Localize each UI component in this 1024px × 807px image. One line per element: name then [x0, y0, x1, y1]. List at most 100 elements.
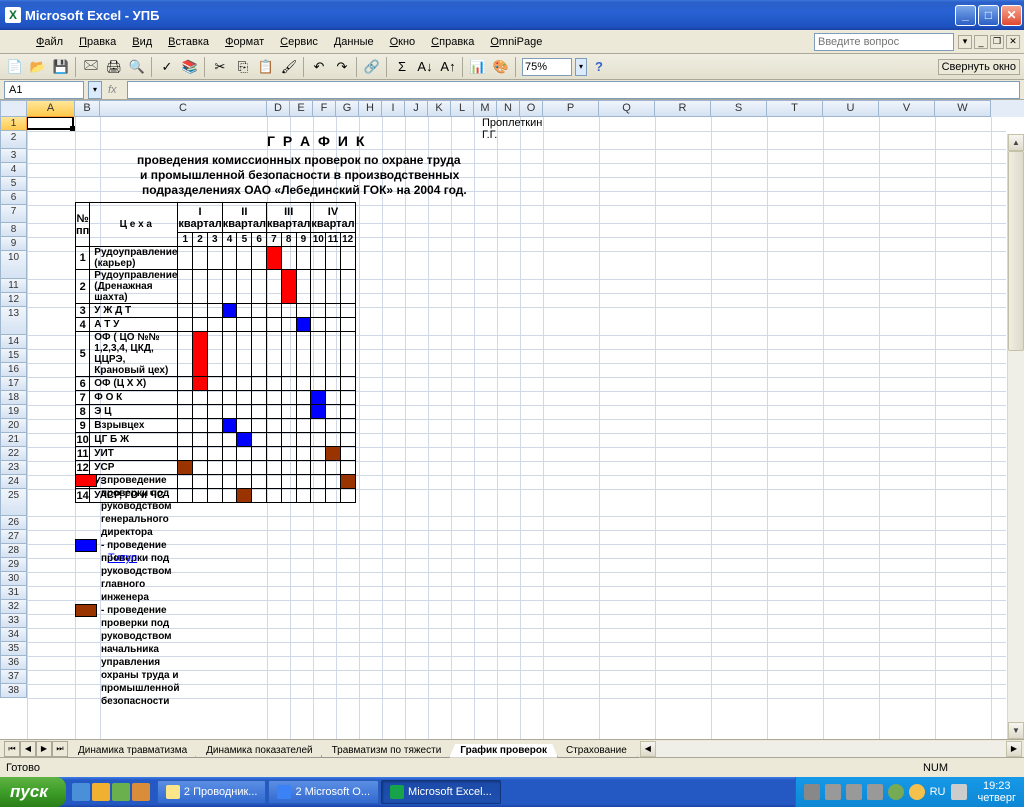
zoom-input[interactable]: 75% [522, 58, 572, 76]
taskbar-app-button[interactable]: 2 Microsoft O... [268, 780, 379, 804]
menu-файл[interactable]: Файл [28, 34, 71, 50]
tray-icon[interactable] [909, 784, 925, 800]
taskbar-app-button[interactable]: 2 Проводник... [157, 780, 267, 804]
sheet-tab[interactable]: Травматизм по тяжести [321, 744, 453, 758]
print-button[interactable]: 🖨 [103, 56, 125, 78]
column-header[interactable]: D [267, 100, 290, 117]
row-header[interactable]: 6 [0, 191, 27, 205]
spelling-button[interactable]: ✓ [156, 56, 178, 78]
row-header[interactable]: 29 [0, 558, 27, 572]
row-header[interactable]: 19 [0, 405, 27, 419]
tab-next-button[interactable]: ▶ [36, 741, 52, 757]
tab-prev-button[interactable]: ◀ [20, 741, 36, 757]
menu-справка[interactable]: Справка [423, 34, 482, 50]
row-header[interactable]: 15 [0, 349, 27, 363]
row-header[interactable]: 28 [0, 544, 27, 558]
select-all-corner[interactable] [0, 100, 27, 117]
row-header[interactable]: 20 [0, 419, 27, 433]
column-header[interactable]: H [359, 100, 382, 117]
open-button[interactable]: 📂 [27, 56, 49, 78]
paste-button[interactable]: 📋 [255, 56, 277, 78]
zoom-dropdown-icon[interactable]: ▾ [575, 58, 587, 76]
column-header[interactable]: O [520, 100, 543, 117]
quicklaunch-desktop-icon[interactable] [112, 783, 130, 801]
menu-данные[interactable]: Данные [326, 34, 382, 50]
sort-asc-button[interactable]: A↓ [414, 56, 436, 78]
maximize-button[interactable]: □ [978, 5, 999, 26]
row-header[interactable]: 9 [0, 237, 27, 251]
clock[interactable]: 19:23 четверг [978, 780, 1017, 804]
fx-label[interactable]: fx [108, 84, 117, 96]
column-header[interactable]: B [75, 100, 100, 117]
row-header[interactable]: 37 [0, 670, 27, 684]
row-header[interactable]: 30 [0, 572, 27, 586]
research-button[interactable]: 📚 [179, 56, 201, 78]
column-header[interactable]: L [451, 100, 474, 117]
scroll-thumb[interactable] [1008, 151, 1024, 351]
menu-формат[interactable]: Формат [217, 34, 272, 50]
menu-окно[interactable]: Окно [382, 34, 424, 50]
row-header[interactable]: 12 [0, 293, 27, 307]
drawing-button[interactable]: 🎨 [490, 56, 512, 78]
row-header[interactable]: 33 [0, 614, 27, 628]
format-painter-button[interactable]: 🖌 [278, 56, 300, 78]
formula-input[interactable] [127, 81, 1020, 99]
sheet-tab[interactable]: График проверок [449, 744, 558, 758]
preview-button[interactable]: 🔍 [126, 56, 148, 78]
scroll-up-button[interactable]: ▲ [1008, 134, 1024, 151]
row-header[interactable]: 13 [0, 307, 27, 335]
row-header[interactable]: 17 [0, 377, 27, 391]
row-header[interactable]: 21 [0, 433, 27, 447]
scroll-down-button[interactable]: ▼ [1008, 722, 1024, 739]
new-button[interactable]: 📄 [4, 56, 26, 78]
column-header[interactable]: F [313, 100, 336, 117]
column-header[interactable]: T [767, 100, 823, 117]
tray-icon[interactable] [888, 784, 904, 800]
row-header[interactable]: 34 [0, 628, 27, 642]
row-header[interactable]: 36 [0, 656, 27, 670]
menu-сервис[interactable]: Сервис [272, 34, 326, 50]
menu-omnipage[interactable]: OmniPage [482, 34, 550, 50]
column-header[interactable]: G [336, 100, 359, 117]
row-header[interactable]: 8 [0, 223, 27, 237]
row-header[interactable]: 11 [0, 279, 27, 293]
row-header[interactable]: 32 [0, 600, 27, 614]
row-header[interactable]: 27 [0, 530, 27, 544]
row-header[interactable]: 2 [0, 131, 27, 149]
row-header[interactable]: 35 [0, 642, 27, 656]
column-header[interactable]: U [823, 100, 879, 117]
sheet-tab[interactable]: Динамика травматизма [67, 744, 198, 758]
taskbar-app-button[interactable]: Microsoft Excel... [381, 780, 501, 804]
scroll-right-button[interactable]: ▶ [1006, 741, 1022, 757]
chart-button[interactable]: 📊 [467, 56, 489, 78]
tab-last-button[interactable]: ⏭ [52, 741, 68, 757]
row-header[interactable]: 16 [0, 363, 27, 377]
cell-grid[interactable]: Проплеткин Г.Г. Г Р А Ф И К проведения к… [27, 117, 1024, 739]
doc-restore-button[interactable]: ❐ [990, 35, 1004, 49]
doc-minimize-button[interactable]: _ [974, 35, 988, 49]
hyperlink-button[interactable]: 🔗 [361, 56, 383, 78]
row-header[interactable]: 3 [0, 149, 27, 163]
row-header[interactable]: 26 [0, 516, 27, 530]
column-header[interactable]: R [655, 100, 711, 117]
column-header[interactable]: S [711, 100, 767, 117]
row-header[interactable]: 23 [0, 461, 27, 475]
row-header[interactable]: 22 [0, 447, 27, 461]
row-header[interactable]: 7 [0, 205, 27, 223]
tray-icon[interactable] [825, 784, 841, 800]
name-box-dropdown-icon[interactable]: ▾ [88, 81, 102, 99]
sheet-tab[interactable]: Страхование [555, 744, 638, 758]
column-header[interactable]: C [100, 100, 267, 117]
help-search-input[interactable] [814, 33, 954, 51]
copy-button[interactable]: ⎘ [232, 56, 254, 78]
horizontal-scrollbar[interactable]: ◀ ▶ [640, 741, 1022, 757]
row-header[interactable]: 24 [0, 475, 27, 489]
column-header[interactable]: P [543, 100, 599, 117]
autosum-button[interactable]: Σ [391, 56, 413, 78]
column-header[interactable]: E [290, 100, 313, 117]
row-header[interactable]: 31 [0, 586, 27, 600]
column-header[interactable]: M [474, 100, 497, 117]
column-header[interactable]: Q [599, 100, 655, 117]
save-button[interactable]: 💾 [50, 56, 72, 78]
menu-правка[interactable]: Правка [71, 34, 124, 50]
